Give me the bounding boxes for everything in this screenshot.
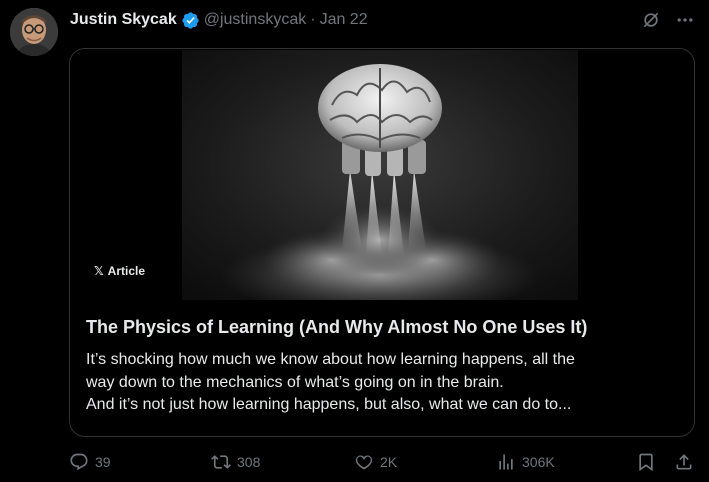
author-handle[interactable]: @justinskycak <box>204 11 307 29</box>
article-description-line: way down to the mechanics of what’s goin… <box>86 373 504 391</box>
grok-icon[interactable] <box>641 10 661 30</box>
views-icon <box>499 454 513 470</box>
views-button[interactable]: 306K <box>496 452 555 472</box>
tweet[interactable]: Justin Skycak @justinskycak · Jan 22 𝕏 A… <box>0 0 709 482</box>
repost-count: 308 <box>237 454 261 470</box>
article-description: It’s shocking how much we know about how… <box>86 349 674 417</box>
x-logo-icon: 𝕏 <box>94 264 104 278</box>
verified-badge-icon[interactable] <box>181 11 200 30</box>
article-description-line: And it’s not just how learning happens, … <box>86 396 572 413</box>
tweet-header: Justin Skycak @justinskycak · Jan 22 <box>70 8 695 32</box>
bookmark-icon <box>639 453 653 472</box>
action-bar: 39 308 2K 306K <box>69 448 699 478</box>
like-button[interactable]: 2K <box>354 452 397 472</box>
like-count: 2K <box>380 454 398 470</box>
share-button[interactable] <box>674 452 694 472</box>
article-badge-label: Article <box>107 264 146 278</box>
brain-rocket-image <box>182 50 578 300</box>
reply-icon <box>70 453 88 471</box>
article-badge: 𝕏 Article <box>88 261 152 281</box>
avatar-portrait-icon <box>10 8 58 56</box>
article-title: The Physics of Learning (And Why Almost … <box>86 317 588 337</box>
separator-dot: · <box>310 11 316 28</box>
like-icon <box>355 455 373 470</box>
tweet-date[interactable]: Jan 22 <box>320 11 368 29</box>
more-icon[interactable] <box>675 10 695 30</box>
article-card[interactable]: 𝕏 Article The Physics of Learning (And W… <box>69 48 695 437</box>
article-description-line: It’s shocking how much we know about how… <box>86 351 575 368</box>
bookmark-button[interactable] <box>636 452 656 472</box>
avatar[interactable] <box>10 8 58 56</box>
views-count: 306K <box>522 454 555 470</box>
article-media: 𝕏 Article <box>70 49 694 301</box>
reply-button[interactable]: 39 <box>69 452 111 472</box>
share-icon <box>676 454 692 470</box>
author-name[interactable]: Justin Skycak <box>70 11 177 29</box>
repost-button[interactable]: 308 <box>211 452 260 472</box>
repost-icon <box>211 455 231 469</box>
reply-count: 39 <box>95 454 111 470</box>
header-actions <box>641 8 695 32</box>
